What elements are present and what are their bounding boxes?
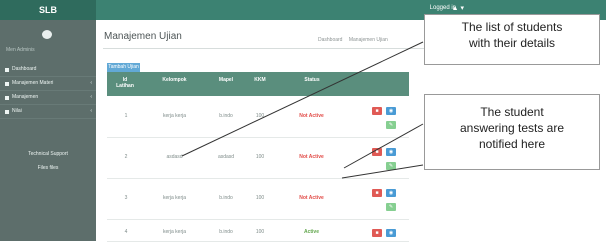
table-header: Id Latihan Kelompok Mapel KKM Status (107, 72, 409, 96)
callout-notification: The student answering tests are notified… (424, 94, 600, 170)
grade-icon (5, 110, 9, 114)
sidebar-item-manajemen[interactable]: Manajemen ‹ (0, 91, 96, 105)
row-status: Not Active (299, 195, 324, 201)
sidebar-subtitle: Men Adminis (6, 47, 35, 53)
edit-button[interactable]: ✎ (386, 162, 396, 170)
open-button[interactable]: ◉ (386, 148, 396, 156)
avatar-icon (42, 30, 52, 39)
row-kelompok: kerja kerja (162, 195, 187, 201)
row-status: Not Active (299, 113, 324, 119)
files-link[interactable]: Files files (0, 162, 96, 174)
header-status: Status (304, 77, 320, 83)
row-kkm: 100 (255, 113, 265, 119)
callout-text: answering tests are (459, 121, 565, 135)
row-mapel: b.indo (219, 113, 233, 119)
row-status: Not Active (299, 154, 324, 160)
title-divider (103, 48, 438, 49)
open-button[interactable]: ◉ (386, 107, 396, 115)
delete-button[interactable]: ■ (372, 107, 382, 115)
sidebar-item-dashboard[interactable]: Dashboard (0, 63, 96, 77)
sidebar-item-label: Manajemen Materi (12, 80, 54, 86)
delete-button[interactable]: ■ (372, 148, 382, 156)
edit-button[interactable]: ✎ (386, 203, 396, 211)
chevron-icon: ‹ (90, 80, 92, 86)
chevron-icon: ‹ (90, 94, 92, 100)
tab-tambah-ujian[interactable]: Tambah Ujian (107, 63, 140, 72)
open-button[interactable]: ◉ (386, 229, 396, 237)
sidebar-item-manajemen-materi[interactable]: Manajemen Materi ‹ (0, 77, 96, 91)
sidebar-item-label: Manajemen (12, 94, 39, 100)
row-id: 1 (124, 113, 128, 119)
breadcrumb-manajemen-ujian[interactable]: Manajemen Ujian (349, 37, 388, 43)
user-menu-icon[interactable]: ▲ ▾ (452, 4, 464, 12)
table-row: 1 kerja kerja b.indo 100 Not Active ■ ◉ … (107, 97, 409, 138)
delete-button[interactable]: ■ (372, 229, 382, 237)
book-icon (5, 82, 9, 86)
header-kelompok: Kelompok (162, 77, 187, 83)
row-mapel: b.indo (219, 195, 233, 201)
row-id: 3 (124, 195, 128, 201)
header-kkm: KKM (254, 77, 266, 83)
row-kelompok: asdasd (166, 154, 183, 160)
sidebar-item-label: Nilai (12, 108, 22, 114)
table-row: 4 kerja kerja b.indo 100 Active ■ ◉ (107, 220, 409, 242)
table-row: 3 kerja kerja b.indo 100 Not Active ■ ◉ … (107, 179, 409, 220)
row-id: 4 (124, 229, 128, 235)
callout-text: notified here (478, 137, 546, 151)
sidebar-item-label: Dashboard (12, 66, 37, 72)
row-kelompok: kerja kerja (162, 113, 187, 119)
row-kkm: 100 (255, 154, 265, 160)
row-id: 2 (124, 154, 128, 160)
page-title: Manajemen Ujian (104, 31, 182, 42)
header-id-latihan: Id Latihan (116, 77, 134, 89)
sidebar-item-nilai[interactable]: Nilai ‹ (0, 105, 96, 119)
row-status: Active (303, 229, 319, 235)
callout-student-list: The list of students with their details (424, 14, 600, 65)
callout-text: with their details (468, 36, 556, 50)
row-kelompok: kerja kerja (162, 229, 187, 235)
technical-support-link[interactable]: Technical Support (0, 148, 96, 160)
delete-button[interactable]: ■ (372, 189, 382, 197)
row-kkm: 100 (255, 229, 265, 235)
settings-icon (5, 96, 9, 100)
callout-text: The list of students (461, 20, 563, 34)
breadcrumb: Dashboard Manajemen Ujian (318, 37, 393, 43)
callout-text: The student (480, 105, 544, 119)
table-row: 2 asdasd asdasd 100 Not Active ■ ◉ ✎ (107, 138, 409, 179)
row-kkm: 100 (255, 195, 265, 201)
row-mapel: asdasd (217, 154, 235, 160)
edit-button[interactable]: ✎ (386, 121, 396, 129)
row-mapel: b.indo (219, 229, 233, 235)
open-button[interactable]: ◉ (386, 189, 396, 197)
app-brand: SLB (0, 0, 96, 20)
breadcrumb-dashboard[interactable]: Dashboard (318, 37, 342, 43)
sidebar: Men Adminis Dashboard Manajemen Materi ‹… (0, 20, 96, 241)
chevron-icon: ‹ (90, 108, 92, 114)
dashboard-icon (5, 68, 9, 72)
header-mapel: Mapel (218, 77, 234, 83)
